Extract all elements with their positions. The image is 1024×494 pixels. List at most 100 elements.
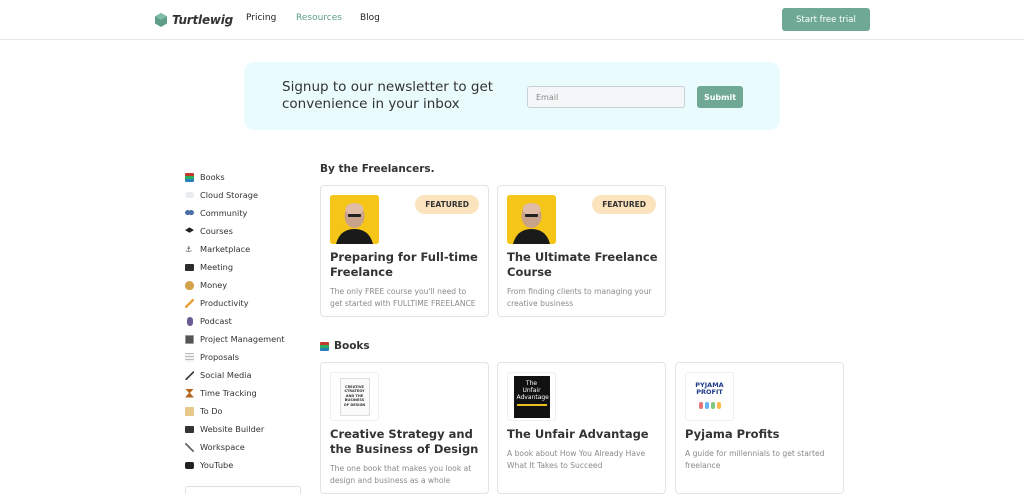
sidebar-item-label: Meeting: [200, 262, 234, 272]
sidebar-item-label: Cloud Storage: [200, 190, 259, 200]
book-card[interactable]: The Unfair Advantage The Unfair Advantag…: [497, 362, 666, 494]
books-icon: [185, 172, 194, 182]
newsletter-heading-line1: Signup to our newsletter to get: [282, 79, 494, 95]
sidebar-item-community[interactable]: Community: [185, 208, 247, 218]
section-title-books-label: Books: [334, 340, 370, 352]
newsletter-heading-line2: convenience in your inbox: [282, 96, 460, 112]
sidebar-item-label: Money: [200, 280, 228, 290]
submit-button[interactable]: Submit: [697, 86, 743, 108]
sidebar-item-youtube[interactable]: YouTube: [185, 460, 233, 470]
sidebar-item-to-do[interactable]: To Do: [185, 406, 223, 416]
book-cover-text: The: [525, 379, 538, 387]
newsletter-banner: Signup to our newsletter to get convenie…: [244, 62, 780, 130]
sidebar-item-website-builder[interactable]: Website Builder: [185, 424, 264, 434]
course-thumbnail: [507, 195, 556, 244]
microphone-icon: [186, 316, 193, 326]
sidebar-item-label: Social Media: [200, 370, 252, 380]
graduation-cap-icon: [185, 227, 194, 233]
featured-badge: FEATURED: [415, 195, 479, 214]
newsletter-heading: Signup to our newsletter to get convenie…: [282, 79, 522, 113]
logo[interactable]: Turtlewig: [155, 11, 233, 29]
book-cover-figures: [693, 401, 727, 409]
clipboard-icon: [185, 334, 194, 344]
sidebar-item-label: YouTube: [200, 460, 234, 470]
tools-icon: [185, 442, 194, 452]
sidebar-item-books[interactable]: Books: [185, 172, 225, 182]
section-title-books: Books: [320, 340, 370, 352]
site-header: Turtlewig Pricing Resources Blog Start f…: [0, 0, 1024, 40]
card-title: The Ultimate Freelance Course: [507, 250, 658, 279]
phone-icon: [185, 370, 194, 380]
course-card[interactable]: FEATURED The Ultimate Freelance Course F…: [497, 185, 666, 317]
start-free-trial-button[interactable]: Start free trial: [782, 8, 870, 31]
people-icon: [185, 208, 194, 218]
sidebar-item-proposals[interactable]: Proposals: [185, 352, 239, 362]
sidebar-item-time-tracking[interactable]: Time Tracking: [185, 388, 257, 398]
sidebar-item-label: To Do: [200, 406, 223, 416]
sidebar-item-label: Workspace: [200, 442, 245, 452]
book-cover-text: CREATIVE STRATEGY AND THE BUSINESS OF DE…: [339, 377, 370, 416]
sidebar-item-label: Podcast: [200, 316, 232, 326]
nav-pricing[interactable]: Pricing: [246, 13, 276, 23]
sidebar-item-project-management[interactable]: Project Management: [185, 334, 285, 344]
figure-icon: [716, 401, 721, 409]
card-description: A book about How You Already Have What I…: [507, 449, 646, 470]
card-description: A guide for millennials to get started f…: [685, 449, 825, 470]
book-cover-stripe: [516, 403, 547, 406]
course-thumbnail: [330, 195, 379, 244]
card-title: Pyjama Profits: [685, 427, 780, 441]
anchor-icon: ⚓: [185, 244, 193, 254]
sidebar-item-workspace[interactable]: Workspace: [185, 442, 245, 452]
card-description: From finding clients to managing your cr…: [507, 287, 652, 308]
figure-icon: [710, 401, 715, 409]
book-card[interactable]: PYJAMA PROFIT Pyjama Profits A guide for…: [675, 362, 844, 494]
book-cover-art: The Unfair Advantage: [513, 375, 550, 418]
email-placeholder: Email: [536, 92, 559, 102]
money-bag-icon: [185, 280, 194, 290]
books-icon: [320, 341, 329, 351]
person-photo-icon: [507, 195, 556, 244]
nav-resources[interactable]: Resources: [296, 13, 342, 23]
desktop-icon: [185, 425, 194, 433]
course-card[interactable]: FEATURED Preparing for Full-time Freelan…: [320, 185, 489, 317]
logo-text: Turtlewig: [172, 13, 234, 27]
book-cover-art: PYJAMA PROFIT: [690, 375, 729, 418]
sidebar-item-money[interactable]: Money: [185, 280, 227, 290]
laptop-icon: [185, 263, 194, 271]
sidebar-item-podcast[interactable]: Podcast: [185, 316, 232, 326]
person-photo-icon: [330, 195, 379, 244]
sidebar-item-label: Community: [200, 208, 248, 218]
sidebar-item-marketplace[interactable]: ⚓ Marketplace: [185, 244, 250, 254]
sidebar-item-label: Books: [200, 172, 225, 182]
card-title: Creative Strategy and the Business of De…: [330, 427, 479, 456]
notepad-icon: [185, 406, 194, 416]
sidebar-item-label: Productivity: [200, 298, 249, 308]
card-description: The one book that makes you look at desi…: [330, 464, 472, 485]
sidebar-item-meeting[interactable]: Meeting: [185, 262, 233, 272]
logo-icon: [155, 13, 167, 27]
card-title: The Unfair Advantage: [507, 427, 649, 441]
sidebar-item-label: Project Management: [200, 334, 285, 344]
sidebar-item-courses[interactable]: Courses: [185, 226, 233, 236]
nav-blog[interactable]: Blog: [360, 13, 380, 23]
sidebar-item-social-media[interactable]: Social Media: [185, 370, 251, 380]
book-cover: CREATIVE STRATEGY AND THE BUSINESS OF DE…: [330, 372, 379, 421]
email-input[interactable]: Email: [527, 86, 685, 108]
sidebar-item-cloud-storage[interactable]: Cloud Storage: [185, 190, 258, 200]
card-title: Preparing for Full-time Freelance: [330, 250, 478, 279]
sidebar-item-productivity[interactable]: Productivity: [185, 298, 249, 308]
sidebar-bottom-panel: [185, 486, 301, 494]
sidebar-item-label: Proposals: [200, 352, 240, 362]
book-cover: PYJAMA PROFIT: [685, 372, 734, 421]
book-cover-text: Advantage: [516, 393, 549, 401]
book-cover-text: PROFIT: [696, 387, 723, 396]
sidebar-item-label: Website Builder: [200, 424, 265, 434]
book-card[interactable]: CREATIVE STRATEGY AND THE BUSINESS OF DE…: [320, 362, 489, 494]
pencil-icon: [185, 298, 194, 308]
book-cover: The Unfair Advantage: [507, 372, 556, 421]
book-cover-text: Unfair: [522, 386, 541, 394]
card-description: The only FREE course you'll need to get …: [330, 287, 476, 308]
sidebar-item-label: Time Tracking: [200, 388, 257, 398]
sidebar-item-label: Marketplace: [200, 244, 251, 254]
hourglass-icon: [185, 388, 194, 398]
